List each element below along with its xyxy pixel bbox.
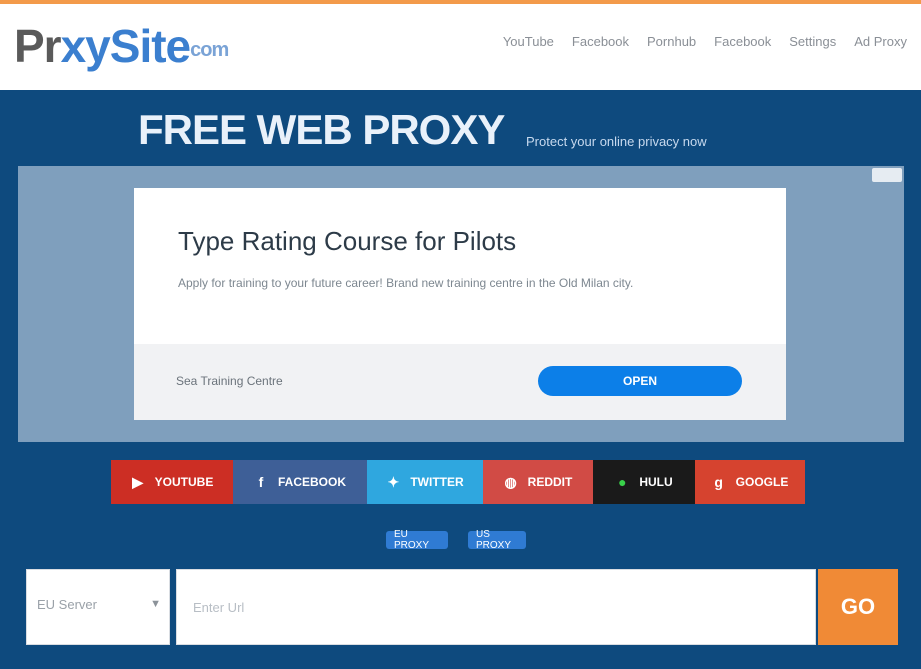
ad-title[interactable]: Type Rating Course for Pilots bbox=[178, 226, 516, 257]
ad-open-button[interactable]: OPEN bbox=[538, 366, 742, 396]
google-button[interactable]: g GOOGLE bbox=[695, 460, 805, 504]
twitter-label: TWITTER bbox=[410, 475, 464, 489]
logo-text-part4: com bbox=[190, 38, 229, 61]
go-button[interactable]: GO bbox=[818, 569, 898, 645]
reddit-icon: ◍ bbox=[504, 473, 517, 490]
nav-link-youtube[interactable]: YouTube bbox=[503, 34, 554, 49]
nav-link-facebook-2[interactable]: Facebook bbox=[714, 34, 771, 49]
google-label: GOOGLE bbox=[735, 475, 789, 489]
twitter-icon: ✦ bbox=[387, 473, 400, 490]
nav-link-settings[interactable]: Settings bbox=[789, 34, 836, 49]
nav-link-ad-proxy[interactable]: Ad Proxy bbox=[854, 34, 907, 49]
ad-container: Type Rating Course for Pilots Apply for … bbox=[18, 166, 904, 442]
server-select-value: EU Server bbox=[37, 597, 97, 612]
ad-description: Apply for training to your future career… bbox=[178, 276, 634, 290]
ad-close-icon[interactable] bbox=[872, 168, 902, 182]
chevron-down-icon: ▼ bbox=[150, 598, 161, 610]
ad-card[interactable]: Type Rating Course for Pilots Apply for … bbox=[134, 188, 786, 420]
logo-text-part2: xy bbox=[60, 20, 111, 72]
top-nav: YouTube Facebook Pornhub Facebook Settin… bbox=[503, 34, 907, 49]
hulu-button[interactable]: ● HULU bbox=[593, 460, 695, 504]
youtube-label: YOUTUBE bbox=[154, 475, 214, 489]
hulu-icon: ● bbox=[618, 474, 627, 490]
hulu-label: HULU bbox=[639, 475, 673, 489]
ad-sponsor: Sea Training Centre bbox=[176, 374, 283, 388]
pill-us-proxy[interactable]: US PROXY bbox=[468, 529, 526, 551]
twitter-button[interactable]: ✦ TWITTER bbox=[367, 460, 483, 504]
site-logo[interactable]: PrxySitecom bbox=[14, 18, 229, 78]
site-header: PrxySitecom YouTube Facebook Pornhub Fac… bbox=[0, 4, 921, 90]
social-buttons: ▶ YOUTUBE f FACEBOOK ✦ TWITTER ◍ REDDIT … bbox=[111, 460, 805, 504]
facebook-icon: f bbox=[258, 474, 264, 490]
facebook-label: FACEBOOK bbox=[277, 475, 346, 489]
ad-footer: Sea Training Centre OPEN bbox=[134, 344, 786, 420]
youtube-button[interactable]: ▶ YOUTUBE bbox=[111, 460, 233, 504]
nav-link-facebook[interactable]: Facebook bbox=[572, 34, 629, 49]
hero-subtitle: Protect your online privacy now bbox=[526, 134, 707, 149]
reddit-label: REDDIT bbox=[527, 475, 573, 489]
logo-text-part3: Site bbox=[109, 20, 191, 72]
proxy-pills: EU PROXY US PROXY bbox=[386, 529, 526, 551]
youtube-icon: ▶ bbox=[132, 473, 144, 490]
server-select[interactable]: EU Server ▼ bbox=[26, 569, 170, 645]
url-input[interactable] bbox=[176, 569, 816, 645]
nav-link-pornhub[interactable]: Pornhub bbox=[647, 34, 696, 49]
facebook-button[interactable]: f FACEBOOK bbox=[233, 460, 367, 504]
hero: FREE WEB PROXY Protect your online priva… bbox=[0, 90, 921, 162]
pill-eu-proxy[interactable]: EU PROXY bbox=[386, 529, 448, 551]
logo-text-part1: Pr bbox=[14, 20, 62, 72]
google-icon: g bbox=[714, 474, 723, 490]
hero-title: FREE WEB PROXY bbox=[138, 106, 505, 153]
proxy-search: EU Server ▼ GO bbox=[26, 569, 898, 645]
reddit-button[interactable]: ◍ REDDIT bbox=[483, 460, 593, 504]
